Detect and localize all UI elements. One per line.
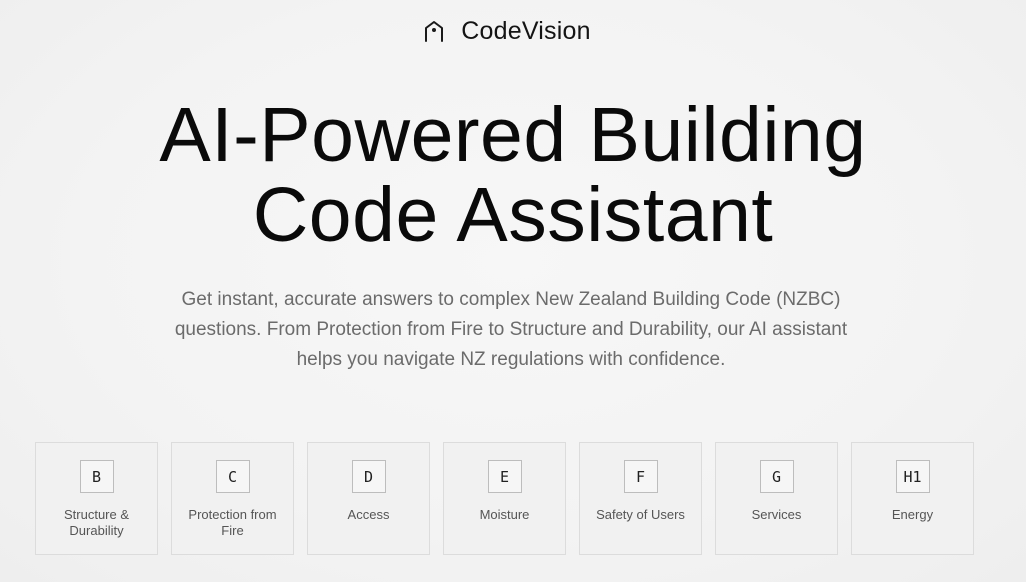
category-label: Energy	[891, 507, 934, 522]
hero-subtitle: Get instant, accurate answers to complex…	[174, 289, 848, 370]
category-card-f[interactable]: F Safety of Users	[579, 442, 702, 555]
hero-title: AI-Powered Building Code Assistant	[0, 95, 1026, 255]
category-label: Structure & Durability	[63, 507, 130, 538]
category-code-badge: C	[215, 460, 250, 493]
category-label: Safety of Users	[596, 507, 685, 522]
category-label: Services	[751, 507, 802, 522]
category-card-e[interactable]: E Moisture	[443, 442, 566, 555]
building-pin-icon	[423, 19, 445, 43]
category-code-badge: F	[623, 460, 658, 493]
category-code-badge: H1	[895, 460, 930, 493]
category-card-c[interactable]: C Protection from Fire	[171, 442, 294, 555]
category-code-badge: B	[79, 460, 114, 493]
category-code-badge: D	[351, 460, 386, 493]
category-card-b[interactable]: B Structure & Durability	[35, 442, 158, 555]
category-label: Moisture	[479, 507, 530, 522]
category-card-h1[interactable]: H1 Energy	[851, 442, 974, 555]
brand-name: CodeVision	[461, 16, 591, 45]
category-card-g[interactable]: G Services	[715, 442, 838, 555]
brand-header[interactable]: CodeVision	[0, 14, 1026, 48]
category-code-badge: E	[487, 460, 522, 493]
hero-title-line-1: AI-Powered Building	[159, 92, 867, 178]
category-label: Protection from Fire	[188, 507, 277, 538]
code-category-list: B Structure & Durability C Protection fr…	[35, 442, 974, 555]
hero-title-line-2: Code Assistant	[252, 172, 774, 258]
category-code-badge: G	[759, 460, 794, 493]
category-card-d[interactable]: D Access	[307, 442, 430, 555]
category-label: Access	[347, 507, 390, 522]
